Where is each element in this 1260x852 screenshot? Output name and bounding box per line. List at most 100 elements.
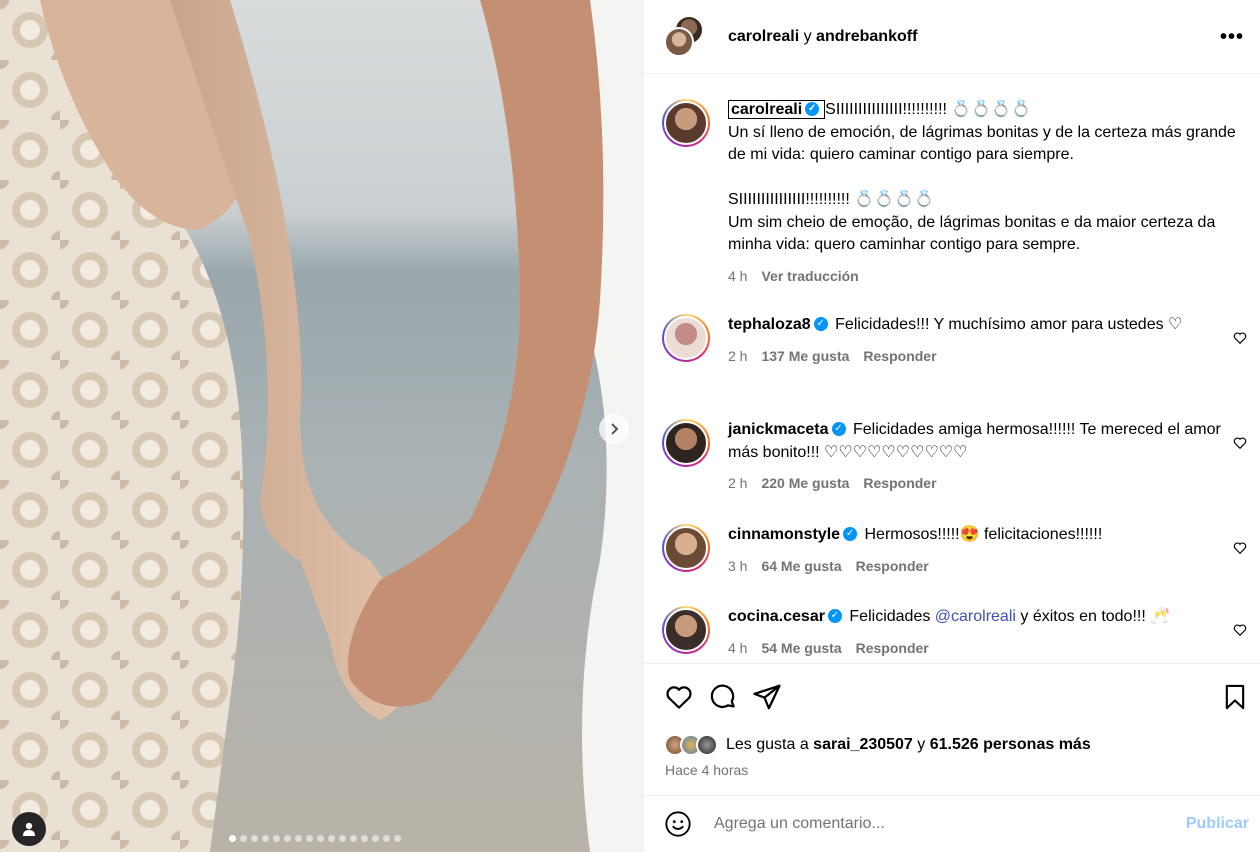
comment-text: tephaloza8 ✓ Felicidades!!! Y muchísimo a… [728, 314, 1238, 367]
chevron-right-icon [611, 423, 619, 435]
action-icons [664, 682, 782, 712]
post-actions: Les gusta a sarai_230507 y 61.526 person… [644, 663, 1260, 795]
reply-button[interactable]: Responder [863, 475, 936, 491]
comments-feed[interactable]: carolreali ✓ SIIIIIIIIIIIIIII!!!!!!!!!! 💍💍… [644, 75, 1260, 663]
comment-body: Felicidades [849, 608, 935, 625]
comment-username[interactable]: cinnamonstyle [728, 526, 840, 543]
carousel-dot [372, 835, 379, 842]
heart-icon[interactable] [1233, 541, 1247, 555]
share-send-icon[interactable] [752, 682, 782, 712]
post-header: carolreali y andrebankoff ••• [644, 0, 1260, 74]
comment-meta: 3 h 64 Me gusta Responder [728, 555, 1238, 578]
mention-link[interactable]: @carolreali [935, 608, 1016, 625]
comment-input[interactable]: Agrega un comentario... [714, 815, 1186, 833]
caption-line: Um sim cheio de emoção, de lágrimas boni… [728, 213, 1216, 254]
carousel-dot [240, 835, 247, 842]
caption-line: SIIIIIIIIIIIIIII!!!!!!!!!! 💍💍💍💍 [825, 101, 1032, 118]
liker-username[interactable]: sarai_230507 [813, 736, 913, 754]
post-timestamp[interactable]: Hace 4 horas [665, 762, 748, 778]
collab-avatars[interactable] [664, 14, 706, 59]
comment-bubble-icon[interactable] [708, 682, 738, 712]
avatar[interactable] [662, 314, 710, 362]
author-link[interactable]: carolreali [728, 28, 799, 45]
verified-icon: ✓ [813, 316, 828, 331]
more-options-button[interactable]: ••• [1220, 26, 1244, 49]
carousel-dot [229, 835, 236, 842]
verified-icon: ✓ [827, 608, 842, 623]
likes-prefix: Les gusta a [726, 736, 814, 753]
avatar[interactable] [662, 99, 710, 147]
comment-meta: 2 h 137 Me gusta Responder [728, 345, 1238, 368]
carousel-dot [317, 835, 324, 842]
carousel-dot [339, 835, 346, 842]
authors-joiner: y [799, 27, 817, 45]
carousel-dot [284, 835, 291, 842]
heart-icon[interactable] [1233, 623, 1247, 637]
carousel-indicator [229, 835, 401, 842]
comment-text: cinnamonstyle ✓ Hermosos!!!!!😍 felicitaci… [728, 524, 1238, 577]
timestamp: 4 h [728, 639, 748, 656]
liker-avatars [664, 734, 718, 756]
beach-hands-image [0, 0, 643, 852]
carousel-dot [328, 835, 335, 842]
caption-text: carolreali ✓ SIIIIIIIIIIIIIII!!!!!!!!!! 💍💍… [728, 99, 1238, 287]
timestamp: 2 h [728, 475, 748, 491]
reply-button[interactable]: Responder [856, 558, 929, 574]
comment-username[interactable]: janickmaceta [728, 421, 829, 438]
see-translation-link[interactable]: Ver traducción [761, 268, 858, 284]
carousel-dot [350, 835, 357, 842]
comment-likes[interactable]: 64 Me gusta [761, 558, 841, 574]
likes-count[interactable]: 61.526 personas más [930, 736, 1091, 754]
tagged-users-button[interactable] [12, 812, 46, 846]
heart-icon[interactable] [1233, 436, 1247, 450]
like-heart-icon[interactable] [664, 682, 694, 712]
caption-line: SIIIIIIIIIIIIIII!!!!!!!!!! 💍💍💍💍 [728, 191, 934, 208]
publish-button[interactable]: Publicar [1186, 815, 1249, 833]
likes-joiner: y [912, 736, 930, 753]
avatar[interactable] [662, 606, 710, 654]
carousel-dot [262, 835, 269, 842]
verified-icon: ✓ [805, 101, 820, 116]
comment-likes[interactable]: 220 Me gusta [761, 475, 849, 491]
comment-likes[interactable]: 54 Me gusta [761, 640, 841, 656]
comment-username[interactable]: cocina.cesar [728, 608, 825, 625]
likes-summary[interactable]: Les gusta a sarai_230507 y 61.526 person… [664, 734, 1091, 756]
avatar [664, 26, 694, 57]
comment-body: Hermosos!!!!!😍 felicitaciones!!!!!! [864, 526, 1103, 543]
caption-line: Un sí lleno de emoción, de lágrimas boni… [728, 123, 1236, 164]
comment-meta: 4 h 54 Me gusta Responder [728, 637, 1238, 660]
comment-meta: 2 h 220 Me gusta Responder [728, 472, 1238, 495]
comment-text: cocina.cesar ✓ Felicidades @carolreali y … [728, 606, 1238, 659]
heart-icon[interactable] [1233, 331, 1247, 345]
comment-likes[interactable]: 137 Me gusta [761, 348, 849, 364]
caption-meta: 4 h Ver traducción [728, 265, 1238, 288]
post-photo[interactable] [0, 0, 643, 852]
comment-username[interactable]: tephaloza8 [728, 316, 811, 333]
comment-body: y éxitos en todo!!! 🥂 [1015, 608, 1171, 625]
avatar[interactable] [662, 524, 710, 572]
next-photo-button[interactable] [599, 414, 629, 444]
avatar[interactable] [662, 419, 710, 467]
comment-text: janickmaceta ✓ Felicidades amiga hermosa!… [728, 419, 1238, 495]
timestamp: 3 h [728, 557, 748, 574]
post-details-panel: carolreali y andrebankoff ••• carolreali… [643, 0, 1260, 852]
carousel-dot [361, 835, 368, 842]
timestamp[interactable]: 4 h [728, 268, 747, 284]
carousel-dot [394, 835, 401, 842]
reply-button[interactable]: Responder [856, 640, 929, 656]
bookmark-icon[interactable] [1221, 682, 1249, 712]
comment-composer: Agrega un comentario... Publicar [644, 795, 1260, 852]
caption-username-text: carolreali [731, 101, 803, 118]
post-viewer: carolreali y andrebankoff ••• carolreali… [0, 0, 1260, 852]
carousel-dot [306, 835, 313, 842]
emoji-icon[interactable] [664, 810, 692, 838]
carousel-dot [273, 835, 280, 842]
comment-body: Felicidades!!! Y muchísimo amor para ust… [835, 316, 1183, 333]
author-link[interactable]: andrebankoff [816, 28, 917, 45]
caption-username[interactable]: carolreali ✓ [728, 100, 826, 119]
carousel-dot [251, 835, 258, 842]
avatar [696, 734, 718, 756]
reply-button[interactable]: Responder [863, 348, 936, 364]
timestamp: 2 h [728, 347, 748, 364]
carousel-dot [383, 835, 390, 842]
